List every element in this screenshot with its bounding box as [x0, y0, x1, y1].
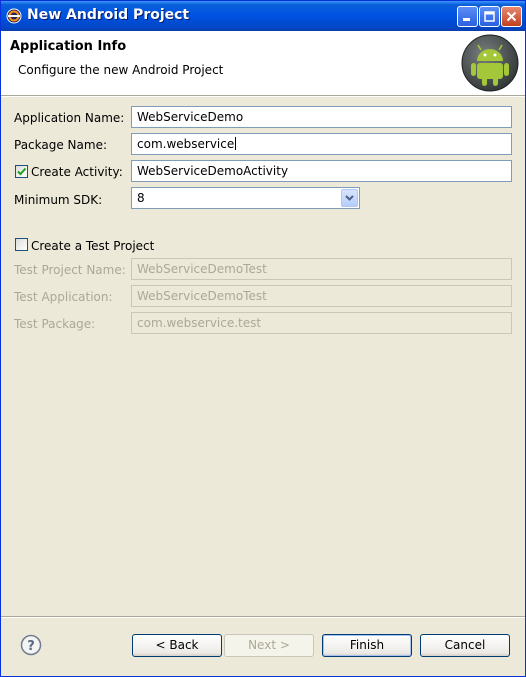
help-icon[interactable]: ?: [20, 634, 42, 656]
title-bar[interactable]: New Android Project: [1, 1, 525, 31]
wizard-header: Application Info Configure the new Andro…: [1, 31, 525, 95]
maximize-button[interactable]: [479, 6, 500, 27]
minimum-sdk-label: Minimum SDK:: [14, 193, 103, 207]
test-package-input[interactable]: com.webservice.test: [131, 312, 512, 334]
page-description: Configure the new Android Project: [18, 63, 224, 77]
cancel-button[interactable]: Cancel: [420, 634, 510, 657]
minimize-icon: [463, 18, 470, 21]
finish-button[interactable]: Finish: [322, 634, 412, 657]
test-package-label: Test Package:: [14, 317, 96, 331]
create-activity-label[interactable]: Create Activity:: [31, 165, 123, 179]
new-android-project-dialog: New Android Project Application Info Con…: [0, 0, 526, 677]
package-name-input[interactable]: com.webservice: [131, 133, 512, 155]
package-name-value: com.webservice: [137, 137, 235, 151]
create-test-project-label[interactable]: Create a Test Project: [31, 239, 154, 253]
minimum-sdk-value: 8: [137, 191, 145, 205]
checkmark-icon: [17, 167, 27, 176]
dropdown-button[interactable]: [341, 189, 358, 207]
application-name-label: Application Name:: [14, 111, 125, 125]
svg-text:?: ?: [27, 639, 35, 654]
activity-name-input[interactable]: WebServiceDemoActivity: [131, 160, 512, 182]
close-button[interactable]: [501, 6, 522, 27]
test-project-name-label: Test Project Name:: [14, 263, 126, 277]
window-title: New Android Project: [27, 7, 190, 23]
package-name-label: Package Name:: [14, 138, 107, 152]
test-application-label: Test Application:: [14, 290, 113, 304]
create-activity-checkbox[interactable]: [15, 165, 28, 178]
application-name-input[interactable]: WebServiceDemo: [131, 106, 512, 128]
maximize-icon: [484, 11, 495, 22]
test-project-name-input[interactable]: WebServiceDemoTest: [131, 258, 512, 280]
android-logo-icon: [461, 34, 519, 92]
chevron-down-icon: [345, 195, 354, 201]
close-icon: [506, 11, 517, 22]
header-separator: [1, 95, 525, 97]
footer-separator: [1, 616, 525, 618]
text-cursor: [235, 137, 237, 150]
back-button[interactable]: < Back: [132, 634, 222, 657]
next-button[interactable]: Next >: [224, 634, 314, 657]
test-application-input[interactable]: WebServiceDemoTest: [131, 285, 512, 307]
eclipse-icon: [6, 8, 22, 24]
create-test-project-checkbox[interactable]: [15, 238, 28, 251]
minimize-button[interactable]: [457, 6, 478, 27]
minimum-sdk-select[interactable]: 8: [131, 187, 360, 209]
page-title: Application Info: [10, 39, 127, 54]
